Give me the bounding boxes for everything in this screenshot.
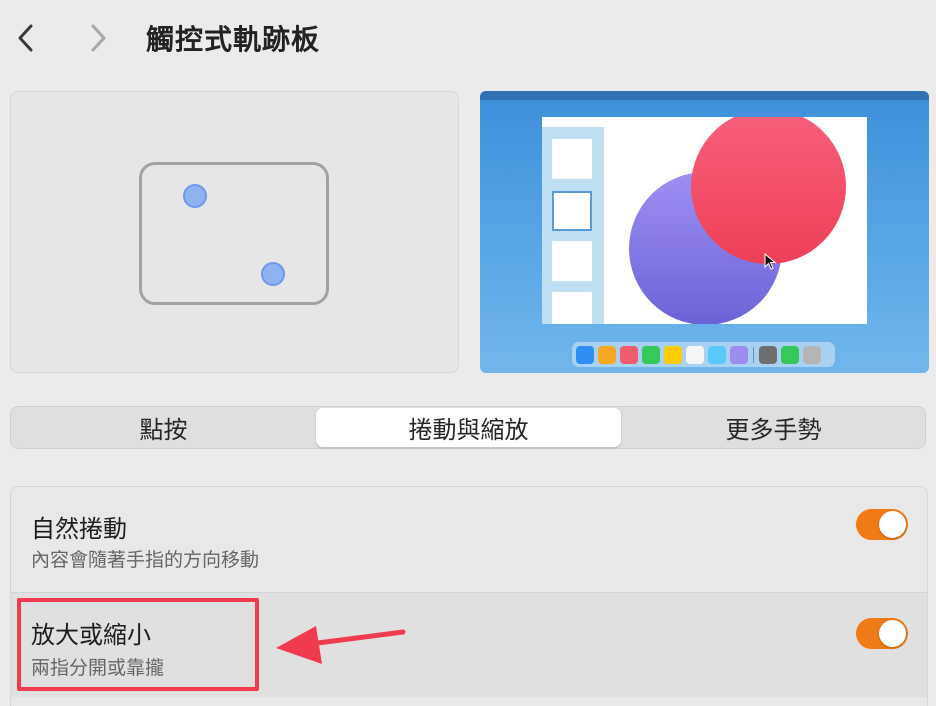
slide-thumbnail [552,241,592,281]
dock-app-icon [781,345,799,364]
annotation-highlight-box [17,598,259,691]
gesture-preview-panel [10,91,459,373]
dock-app-icon [759,345,777,364]
page-title: 觸控式軌跡板 [146,23,321,56]
trackpad-settings-page: 觸控式軌跡板 點按 捲動與縮放 更多手勢 自然捲動 內容會隨著手指的方向移動 放… [0,0,936,706]
dock-app-icon [803,345,821,364]
gesture-tab-bar: 點按 捲動與縮放 更多手勢 [10,406,926,449]
back-button[interactable] [8,20,44,56]
dock-app-icon [598,345,616,364]
setting-title: 自然捲動 [31,515,127,543]
chevron-right-icon [91,24,106,52]
tab-scroll-and-zoom[interactable]: 捲動與縮放 [316,408,621,447]
trackpad-illustration [139,162,329,305]
dock-app-icon [708,345,726,364]
dock-app-icon [730,345,748,364]
app-sidebar [542,127,604,324]
annotation-arrow-icon [276,626,406,664]
dock-app-icon [620,345,638,364]
forward-button[interactable] [80,20,116,56]
tab-more-gestures[interactable]: 更多手勢 [621,408,926,447]
menu-bar [480,91,929,100]
toggle-knob [879,620,906,647]
natural-scrolling-toggle[interactable] [856,509,908,540]
dock [572,342,835,367]
finger-dot [261,262,285,286]
screen-preview-panel [480,91,929,373]
dock-app-icon [642,345,660,364]
tab-point-and-click[interactable]: 點按 [11,408,316,447]
chevron-left-icon [18,24,33,52]
dock-app-icon [576,345,594,364]
dock-app-icon [664,345,682,364]
slide-thumbnail [552,139,592,179]
mouse-pointer-icon [764,253,777,270]
setting-description: 內容會隨著手指的方向移動 [31,549,260,571]
dock-separator [753,346,754,363]
finger-dot [183,184,207,208]
slide-thumbnail-selected [552,191,592,231]
toggle-knob [879,511,906,538]
zoom-in-out-toggle[interactable] [856,618,908,649]
slide-thumbnail [552,292,592,324]
red-circle-shape [691,117,846,264]
app-window-illustration [542,117,867,324]
dock-app-icon [686,345,704,364]
setting-row-natural-scrolling: 自然捲動 內容會隨著手指的方向移動 [11,487,927,592]
